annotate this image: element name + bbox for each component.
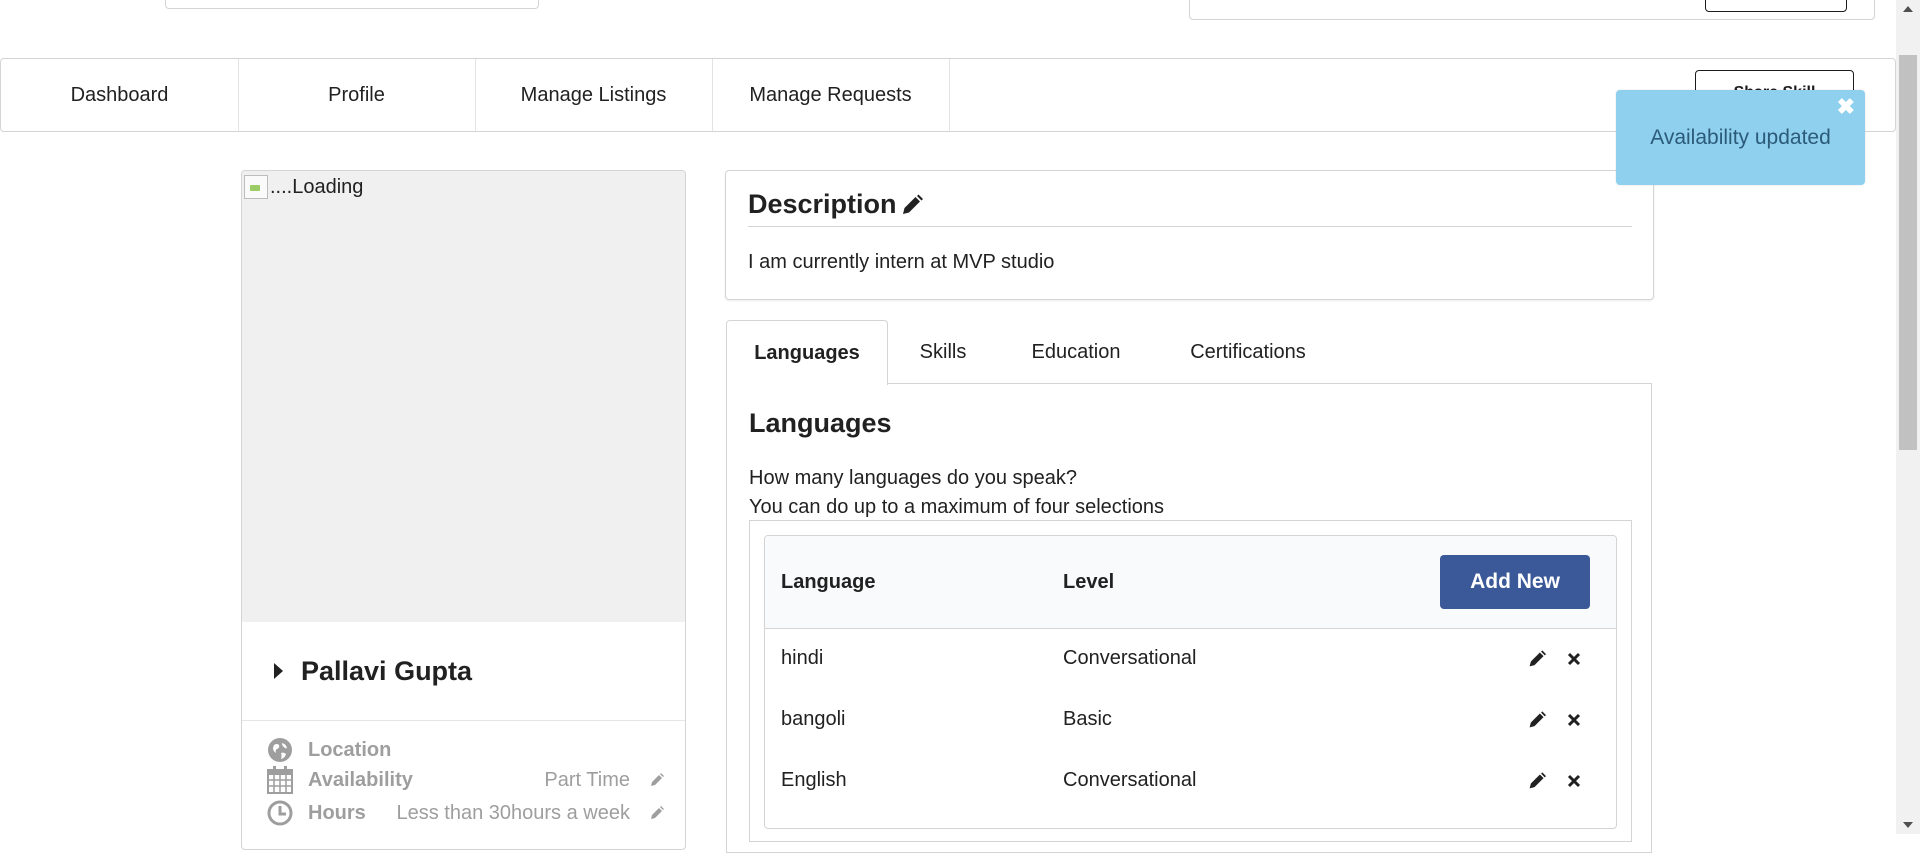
profile-name: Pallavi Gupta (301, 655, 473, 686)
language-cell: bangoli (781, 708, 846, 730)
menu-item-manage-requests[interactable]: Manage Requests (712, 59, 950, 131)
pencil-icon[interactable] (1528, 628, 1546, 689)
close-icon[interactable]: ✖ (1837, 96, 1855, 118)
table-header: Language Level Add New (765, 536, 1616, 629)
profile-card: ....Loading Pallavi Gupta Location Avail… (241, 170, 686, 850)
tab-languages[interactable]: Languages (726, 320, 888, 385)
profile-photo-alt-text: ....Loading (270, 175, 364, 198)
globe-icon (266, 736, 294, 764)
add-new-button[interactable]: Add New (1440, 555, 1590, 609)
languages-segment: Language Level Add New hindi Conversatio… (749, 520, 1632, 842)
menu-item-profile[interactable]: Profile (238, 59, 476, 131)
availability-row: Availability Part Time (266, 765, 666, 795)
language-cell: English (781, 769, 847, 791)
hours-value: Less than 30hours a week (396, 801, 631, 824)
tab-education[interactable]: Education (1010, 320, 1142, 384)
column-header-language: Language (781, 570, 876, 593)
scroll-up-icon[interactable] (1896, 0, 1920, 18)
description-title: Description (748, 189, 897, 219)
language-cell: hindi (781, 647, 824, 669)
close-icon[interactable] (1567, 689, 1581, 750)
hours-row: Hours Less than 30hours a week (266, 798, 666, 828)
profile-name-row[interactable]: Pallavi Gupta (242, 622, 685, 721)
top-search-input[interactable] (165, 0, 539, 9)
tab-skills[interactable]: Skills (888, 320, 998, 384)
languages-panel: Languages How many languages do you spea… (726, 383, 1652, 853)
description-card: Description I am currently intern at MVP… (725, 170, 1654, 300)
clock-icon (266, 799, 294, 827)
availability-label: Availability (308, 768, 413, 791)
level-cell: Conversational (1063, 769, 1197, 791)
pencil-icon[interactable] (901, 194, 923, 216)
caret-right-icon[interactable] (274, 663, 283, 679)
close-icon[interactable] (1567, 628, 1581, 689)
profile-photo: ....Loading (242, 171, 685, 622)
scroll-down-icon[interactable] (1896, 816, 1920, 834)
level-cell: Basic (1063, 708, 1112, 730)
tab-certifications[interactable]: Certifications (1172, 320, 1324, 384)
column-header-level: Level (1063, 570, 1115, 593)
scrollbar-thumb[interactable] (1899, 55, 1917, 450)
close-icon[interactable] (1567, 750, 1581, 811)
hours-label: Hours (308, 801, 366, 824)
menu-item-dashboard[interactable]: Dashboard (1, 59, 239, 131)
top-button[interactable] (1705, 0, 1847, 12)
toast-notification: Availability updated ✖ (1616, 90, 1865, 185)
calendar-icon (266, 766, 294, 794)
pencil-icon[interactable] (1528, 750, 1546, 811)
level-cell: Conversational (1063, 647, 1197, 669)
languages-hint: You can do up to a maximum of four selec… (749, 496, 1165, 518)
table-row: hindi Conversational (765, 628, 1616, 689)
pencil-icon[interactable] (650, 773, 666, 787)
location-label: Location (308, 738, 392, 761)
divider (748, 226, 1632, 227)
table-row: bangoli Basic (765, 689, 1616, 750)
menu-item-manage-listings[interactable]: Manage Listings (475, 59, 713, 131)
toast-message: Availability updated (1650, 125, 1831, 149)
broken-image-icon (244, 175, 268, 199)
main-menu: Dashboard Profile Manage Listings Manage… (0, 58, 1896, 132)
description-text: I am currently intern at MVP studio (748, 251, 1055, 273)
availability-value: Part Time (544, 768, 630, 791)
pencil-icon[interactable] (1528, 689, 1546, 750)
location-row: Location (266, 735, 666, 765)
languages-heading: Languages (749, 408, 892, 438)
pencil-icon[interactable] (650, 806, 666, 820)
languages-table: Language Level Add New hindi Conversatio… (764, 535, 1617, 829)
languages-question: How many languages do you speak? (749, 467, 1077, 489)
table-row: English Conversational (765, 750, 1616, 811)
